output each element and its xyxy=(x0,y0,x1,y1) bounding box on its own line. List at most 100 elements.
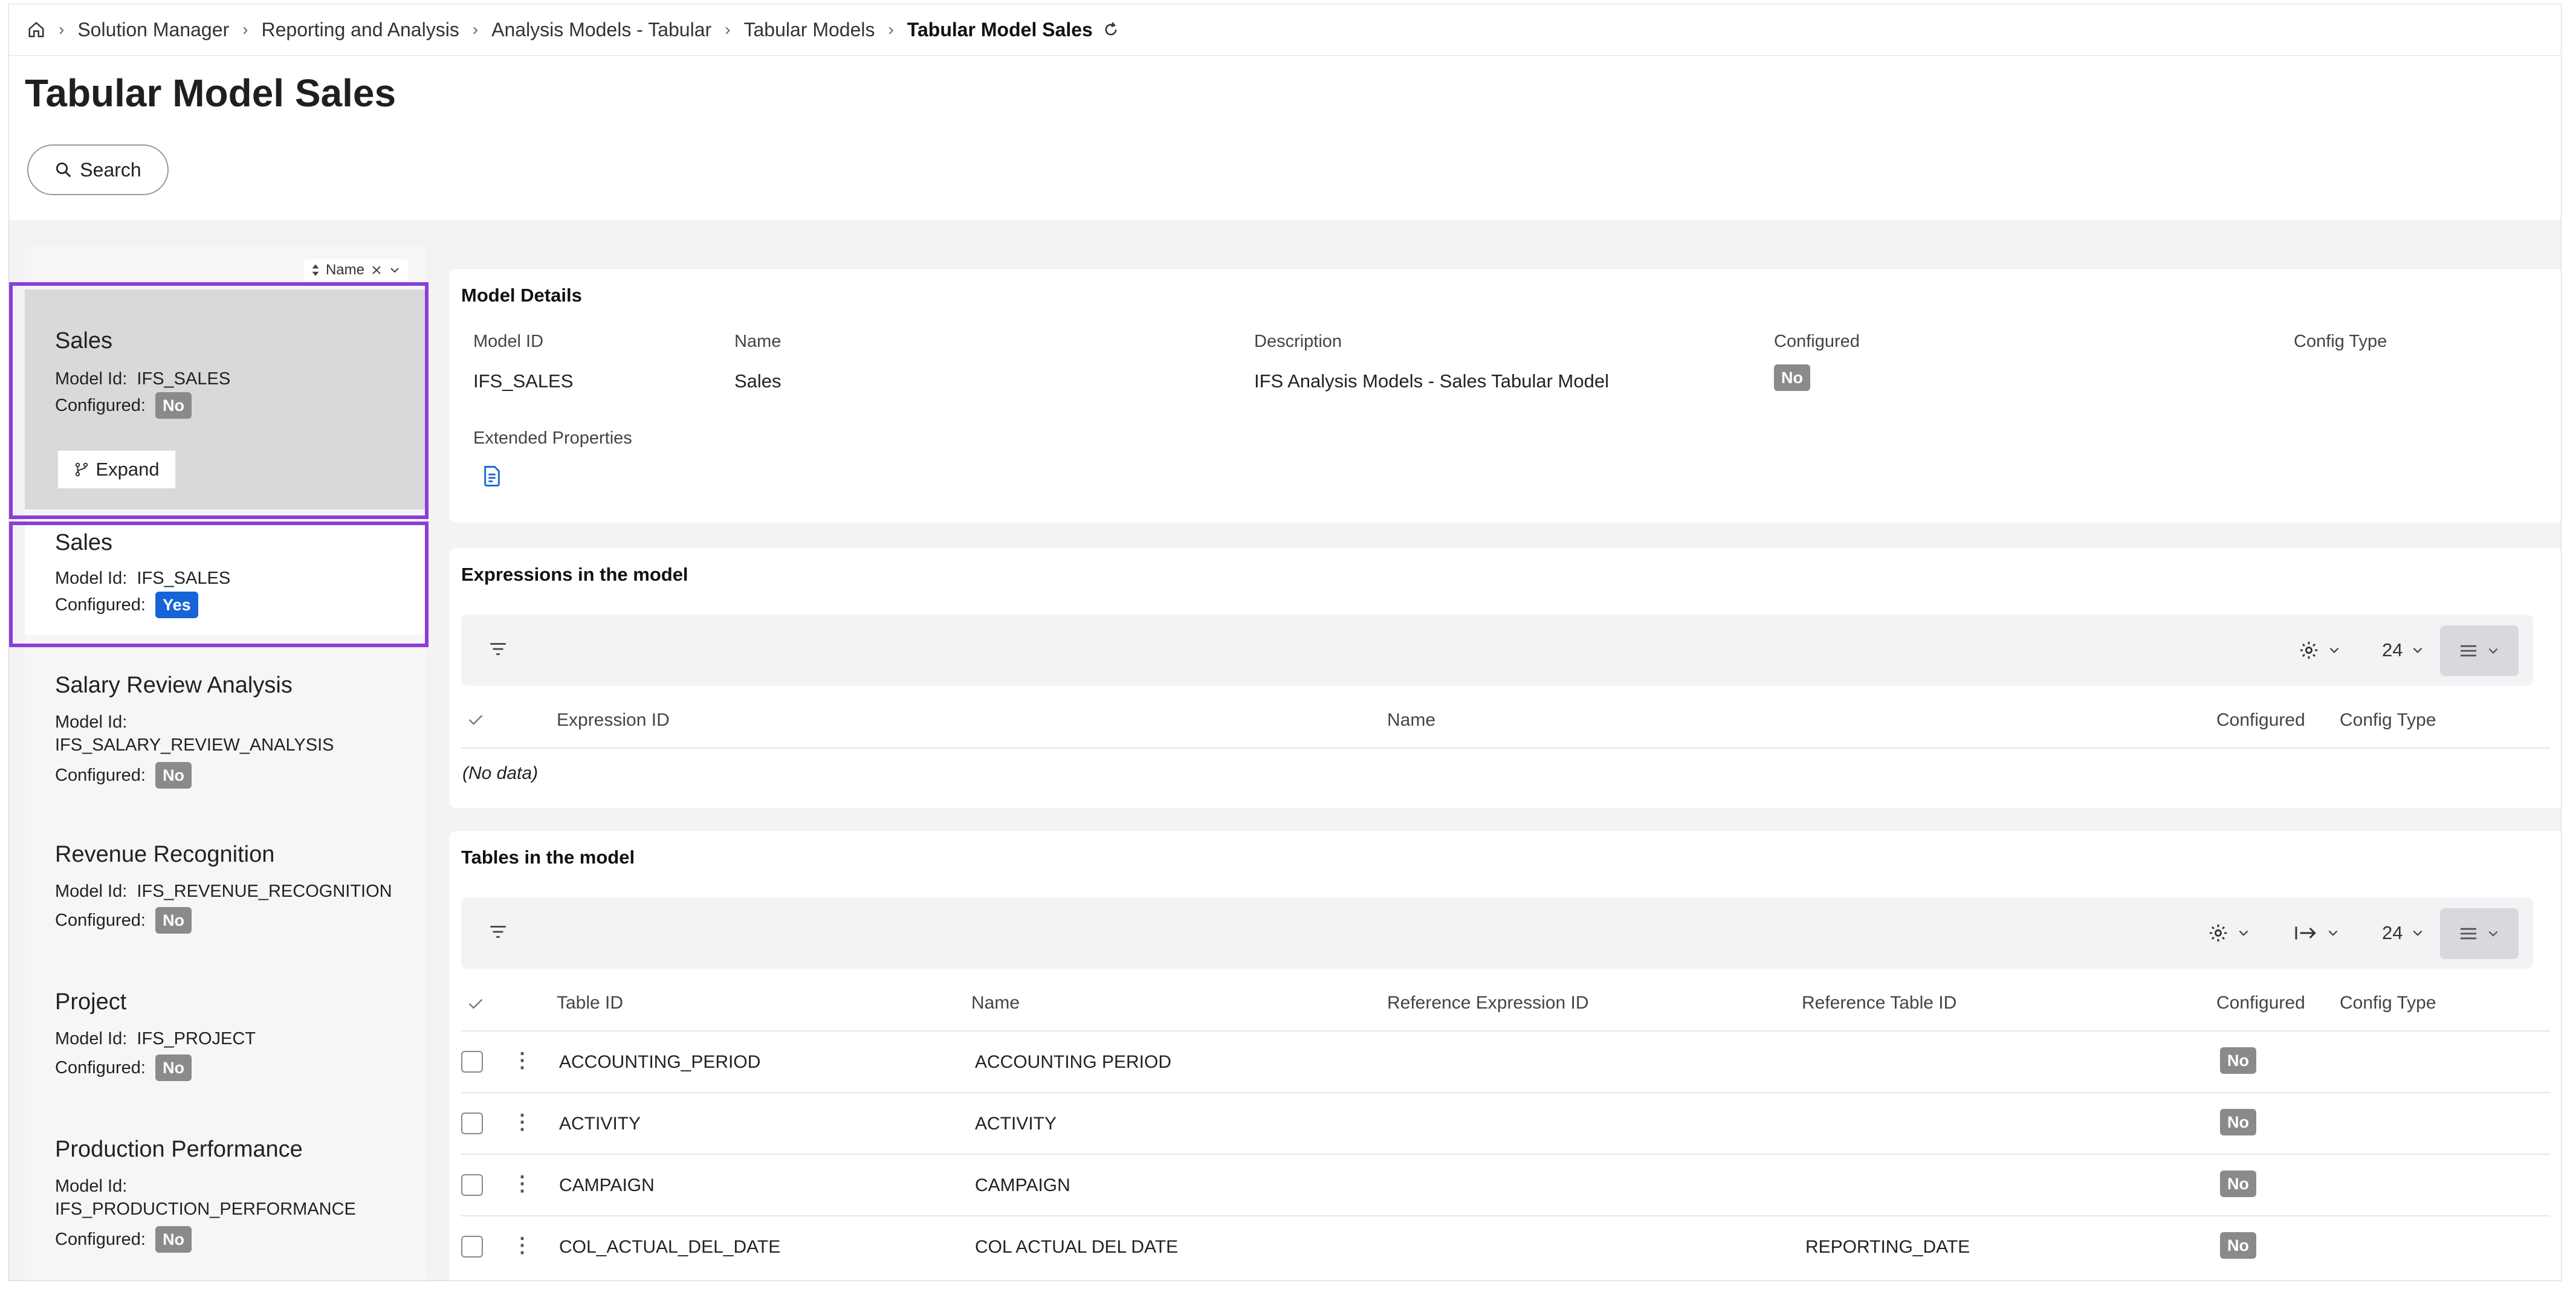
column-arrow-icon xyxy=(2294,924,2318,942)
status-badge: No xyxy=(1774,364,1810,391)
column-header[interactable]: Config Type xyxy=(2340,710,2436,731)
model-id-label: Model Id: xyxy=(55,882,128,901)
list-item[interactable]: Project Model Id: IFS_PROJECT Configured… xyxy=(25,989,426,1110)
model-id-label: Model Id: xyxy=(55,1029,128,1048)
cell-name: ACCOUNTING PERIOD xyxy=(975,1052,1172,1072)
search-icon xyxy=(54,161,73,179)
sort-label: Name xyxy=(325,262,364,278)
clear-icon[interactable] xyxy=(371,264,383,276)
page-size-dropdown[interactable]: 24 xyxy=(2382,638,2424,663)
more-icon[interactable]: ⋮ xyxy=(512,1172,532,1196)
page-size-dropdown[interactable]: 24 xyxy=(2382,920,2424,946)
list-item-configured: Configured: No xyxy=(55,762,192,789)
model-id-value: IFS_PROJECT xyxy=(137,1029,256,1048)
empty-state: (No data) xyxy=(462,763,539,783)
breadcrumb-item[interactable]: Reporting and Analysis xyxy=(261,19,459,41)
status-badge: No xyxy=(155,1054,192,1081)
cell-configured: No xyxy=(2220,1047,2256,1074)
filter-icon[interactable] xyxy=(488,922,508,942)
column-header[interactable]: Config Type xyxy=(2340,993,2436,1013)
model-id-value: IFS_REVENUE_RECOGNITION xyxy=(137,882,392,901)
refresh-icon[interactable] xyxy=(1102,21,1119,38)
column-header[interactable]: Expression ID xyxy=(557,710,670,731)
configured-label: Configured: xyxy=(55,1058,146,1077)
table-row[interactable]: ⋮ COL_ACTUAL_DEL_DATE COL ACTUAL DEL DAT… xyxy=(449,1216,2561,1277)
expressions-section: Expressions in the model 24 Expression I… xyxy=(449,548,2561,808)
breadcrumb-item[interactable]: Solution Manager xyxy=(77,19,229,41)
cell-ref-table: REPORTING_DATE xyxy=(1805,1237,1970,1257)
list-item-configured: Configured: No xyxy=(55,907,192,934)
model-id-label: Model ID xyxy=(473,332,544,351)
more-icon[interactable]: ⋮ xyxy=(512,1110,532,1134)
check-icon[interactable] xyxy=(467,996,484,1011)
row-checkbox[interactable] xyxy=(461,1236,483,1258)
extended-properties-label: Extended Properties xyxy=(473,428,632,448)
header-divider xyxy=(9,55,2561,56)
settings-dropdown[interactable] xyxy=(2208,920,2250,946)
column-header[interactable]: Reference Table ID xyxy=(1802,993,1956,1013)
list-item[interactable]: Production Performance Model Id: IFS_PRO… xyxy=(25,1137,426,1280)
column-header[interactable]: Configured xyxy=(2216,710,2305,731)
configured-label: Configured xyxy=(1774,332,1860,351)
column-header[interactable]: Reference Expression ID xyxy=(1387,993,1589,1013)
column-header[interactable]: Table ID xyxy=(557,993,623,1013)
table-row[interactable]: ⋮ ACTIVITY ACTIVITY No xyxy=(449,1093,2561,1154)
home-icon[interactable] xyxy=(27,21,45,39)
filter-icon[interactable] xyxy=(488,639,508,659)
sort-chip[interactable]: Name xyxy=(303,259,408,281)
more-icon[interactable]: ⋮ xyxy=(512,1233,532,1258)
row-checkbox[interactable] xyxy=(461,1174,483,1196)
description-value: IFS Analysis Models - Sales Tabular Mode… xyxy=(1254,370,1609,392)
list-item[interactable]: Salary Review Analysis Model Id: IFS_SAL… xyxy=(25,673,426,818)
breadcrumb: › Solution Manager › Reporting and Analy… xyxy=(27,18,1119,42)
list-item-configured: Configured: No xyxy=(55,1226,192,1253)
highlight-box xyxy=(9,522,429,647)
chevron-down-icon xyxy=(2487,644,2500,657)
more-icon[interactable]: ⋮ xyxy=(512,1048,532,1073)
chevron-down-icon[interactable] xyxy=(389,264,401,276)
model-id-value: IFS_SALARY_REVIEW_ANALYSIS xyxy=(55,735,334,755)
list-item-name: Salary Review Analysis xyxy=(55,673,293,698)
row-checkbox[interactable] xyxy=(461,1051,483,1073)
list-item-model-id: Model Id: IFS_REVENUE_RECOGNITION xyxy=(55,882,392,902)
status-badge: No xyxy=(2220,1232,2256,1259)
column-arrow-dropdown[interactable] xyxy=(2294,920,2340,946)
model-details-section: Model Details Model ID Name Description … xyxy=(449,269,2561,523)
configured-label: Configured: xyxy=(55,1230,146,1249)
configured-label: Configured: xyxy=(55,911,146,930)
name-value: Sales xyxy=(734,370,782,392)
status-badge: No xyxy=(2220,1171,2256,1197)
column-header[interactable]: Name xyxy=(971,993,1020,1013)
status-badge: No xyxy=(155,762,192,789)
chevron-right-icon: › xyxy=(725,20,731,39)
model-id-label: Model Id: xyxy=(55,712,128,732)
breadcrumb-current: Tabular Model Sales xyxy=(907,18,1093,40)
view-mode-button[interactable] xyxy=(2440,908,2519,959)
document-icon[interactable] xyxy=(482,465,502,488)
table-row[interactable]: ⋮ CAMPAIGN CAMPAIGN No xyxy=(449,1155,2561,1215)
column-header[interactable]: Name xyxy=(1387,710,1435,731)
app-window: › Solution Manager › Reporting and Analy… xyxy=(8,4,2561,1281)
search-button[interactable]: Search xyxy=(27,144,169,195)
breadcrumb-item[interactable]: Tabular Models xyxy=(743,19,875,41)
list-item-name: Revenue Recognition xyxy=(55,842,275,867)
section-title: Model Details xyxy=(461,285,582,306)
check-icon[interactable] xyxy=(467,712,484,727)
list-view-icon xyxy=(2459,643,2478,659)
breadcrumb-item[interactable]: Analysis Models - Tabular xyxy=(491,19,711,41)
cell-configured: No xyxy=(2220,1171,2256,1197)
list-view-icon xyxy=(2459,926,2478,941)
view-mode-button[interactable] xyxy=(2440,625,2519,676)
column-header[interactable]: Configured xyxy=(2216,993,2305,1013)
row-divider xyxy=(461,748,2550,749)
table-row[interactable]: ⋮ ACCOUNTING_PERIOD ACCOUNTING PERIOD No xyxy=(449,1032,2561,1092)
cell-table-id: COL_ACTUAL_DEL_DATE xyxy=(559,1237,781,1257)
status-badge: No xyxy=(155,1226,192,1253)
status-badge: No xyxy=(155,907,192,934)
section-title: Expressions in the model xyxy=(461,564,688,585)
row-checkbox[interactable] xyxy=(461,1113,483,1134)
config-type-label: Config Type xyxy=(2294,332,2387,351)
settings-dropdown[interactable] xyxy=(2299,638,2341,663)
list-item[interactable]: Revenue Recognition Model Id: IFS_REVENU… xyxy=(25,842,426,963)
section-title: Tables in the model xyxy=(461,847,635,868)
